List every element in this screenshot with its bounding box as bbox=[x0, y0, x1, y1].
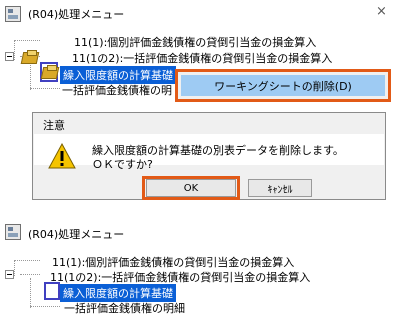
dialog-message-line1: 繰入限度額の計算基礎の別表データを削除します。 bbox=[92, 144, 344, 157]
dialog-title: 注意 bbox=[43, 119, 65, 132]
tree-line bbox=[14, 260, 40, 261]
collapse-toggle[interactable] bbox=[5, 52, 14, 61]
app-icon bbox=[5, 6, 21, 22]
collapse-toggle[interactable] bbox=[5, 270, 14, 279]
cancel-button[interactable]: ｷｬﾝｾﾙ bbox=[248, 179, 312, 197]
tree-item-11-1[interactable]: 11(1):個別評価金銭債権の貸倒引当金の損金算入 bbox=[52, 254, 294, 270]
tree-line bbox=[30, 306, 60, 307]
tree-line bbox=[30, 278, 31, 308]
app-icon bbox=[5, 224, 21, 240]
delete-worksheet-menu-item[interactable]: ワーキングシートの削除(D) bbox=[181, 75, 385, 96]
folder-icon bbox=[22, 50, 38, 63]
dialog-message-line2: ＯＫですか? bbox=[92, 158, 153, 171]
tree-item-11-1-2[interactable]: 11(1の2):一括評価金銭債権の貸倒引当金の損金算入 bbox=[50, 269, 310, 285]
warning-icon bbox=[48, 143, 76, 169]
tree-item-11-1[interactable]: 11(1):個別評価金銭債権の貸倒引当金の損金算入 bbox=[74, 34, 316, 50]
tree-item-11-1-2[interactable]: 11(1の2):一括評価金銭債権の貸倒引当金の損金算入 bbox=[72, 50, 332, 66]
close-icon[interactable]: × bbox=[376, 4, 387, 19]
tree-item-detail[interactable]: 一括評価金銭債権の明細 bbox=[64, 300, 185, 316]
tree-line bbox=[14, 260, 15, 276]
folder-open-icon bbox=[42, 65, 58, 78]
dialog-body: 繰入限度額の計算基礎の別表データを削除します。 ＯＫですか? bbox=[34, 134, 384, 171]
tree-line bbox=[20, 274, 40, 275]
tree-line bbox=[14, 40, 15, 60]
selection-highlight-frame bbox=[44, 282, 60, 300]
tree-line bbox=[30, 88, 60, 89]
context-menu: ワーキングシートの削除(D) bbox=[175, 69, 391, 102]
window-title: (R04)処理メニュー bbox=[28, 228, 125, 241]
tree-line bbox=[30, 60, 31, 90]
window-title: (R04)処理メニュー bbox=[28, 8, 125, 21]
ok-button[interactable]: OK bbox=[146, 179, 236, 197]
tree-item-detail[interactable]: 一括評価金銭債権の明 bbox=[62, 82, 172, 98]
tree-line bbox=[14, 40, 40, 41]
